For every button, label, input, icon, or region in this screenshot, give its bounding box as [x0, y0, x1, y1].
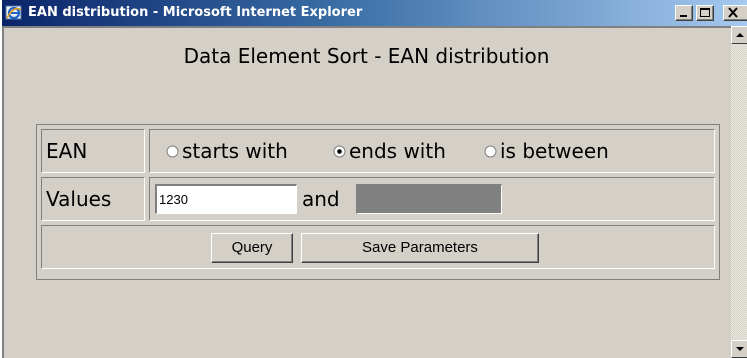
window-title: EAN distribution - Microsoft Internet Ex… [28, 5, 363, 20]
ie-icon[interactable] [5, 4, 23, 22]
radio-is-between[interactable] [484, 145, 497, 158]
radio-ends-with-label[interactable]: ends with [349, 139, 446, 163]
radio-ends-with[interactable] [333, 145, 346, 158]
close-icon [728, 7, 738, 18]
arrow-up-icon [736, 33, 744, 37]
maximize-button[interactable] [696, 5, 714, 21]
scroll-up-button[interactable] [731, 26, 747, 44]
values-label: Values [46, 187, 112, 211]
and-label: and [302, 187, 340, 211]
scroll-down-button[interactable] [731, 340, 747, 358]
browser-window: EAN distribution - Microsoft Internet Ex… [0, 0, 747, 358]
title-bar[interactable]: EAN distribution - Microsoft Internet Ex… [2, 0, 747, 26]
close-button[interactable] [723, 5, 747, 21]
query-button[interactable]: Query [211, 233, 293, 263]
save-parameters-button[interactable]: Save Parameters [301, 233, 539, 263]
value-to-input[interactable] [356, 184, 502, 214]
minimize-button[interactable] [675, 5, 693, 21]
arrow-down-icon [736, 347, 744, 351]
ean-label-cell: EAN [41, 129, 145, 173]
page-title: Data Element Sort - EAN distribution [183, 44, 550, 68]
values-inputs-cell: and [149, 177, 715, 221]
minimize-icon [680, 15, 687, 17]
radio-starts-with[interactable] [166, 145, 179, 158]
radio-starts-with-label[interactable]: starts with [182, 139, 288, 163]
buttons-cell: Query Save Parameters [41, 225, 715, 269]
value-from-input[interactable] [155, 184, 297, 214]
values-label-cell: Values [41, 177, 145, 221]
radio-is-between-label[interactable]: is between [500, 139, 609, 163]
query-form-table: EAN starts with ends with is between Val… [36, 124, 720, 280]
vertical-scrollbar[interactable] [731, 26, 747, 358]
ean-label: EAN [46, 139, 88, 163]
maximize-icon [700, 8, 710, 17]
ean-options-cell: starts with ends with is between [149, 129, 715, 173]
